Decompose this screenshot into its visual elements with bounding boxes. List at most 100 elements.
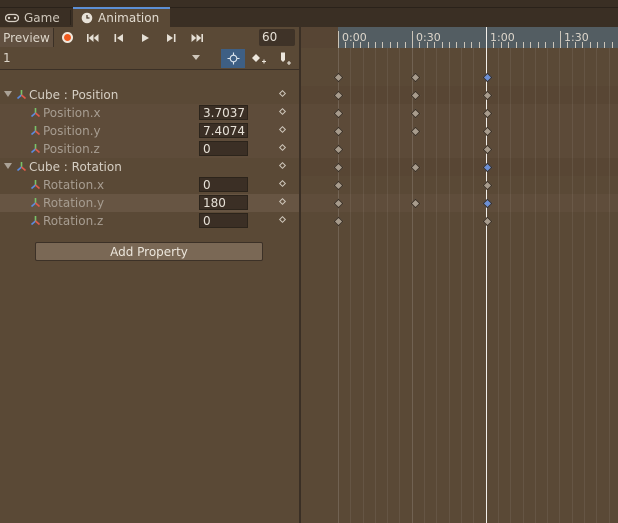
grid-line	[424, 48, 425, 523]
dopesheet-row	[301, 86, 618, 104]
filter-by-selection-button[interactable]	[221, 49, 245, 68]
grid-line	[350, 48, 351, 523]
tab-game[interactable]: Game	[5, 9, 60, 27]
dopesheet-row	[301, 104, 618, 122]
keyframe-diamond[interactable]	[333, 216, 344, 227]
playhead[interactable]	[486, 48, 487, 523]
add-keyframe-button[interactable]	[247, 49, 271, 68]
last-keyframe-button[interactable]	[185, 28, 209, 47]
grid-line	[609, 48, 610, 523]
skip-to-end-icon	[191, 33, 203, 42]
playhead-marker	[486, 27, 487, 48]
grid-line	[449, 48, 450, 523]
property-value-field[interactable]: 180	[199, 195, 248, 210]
play-button[interactable]	[133, 28, 157, 47]
timeline-ruler[interactable]: 0:00 0:30 1:00 1:30	[301, 27, 618, 48]
tab-animation-label: Animation	[98, 11, 160, 25]
next-frame-icon	[167, 33, 176, 42]
transform-axes-icon	[30, 180, 41, 190]
dopesheet-row	[301, 140, 618, 158]
dopesheet-row	[301, 122, 618, 140]
keyframe-toggle-icon[interactable]	[278, 143, 287, 152]
property-value-field[interactable]: 7.4074	[199, 123, 248, 138]
property-row-position-x[interactable]: Position.x 3.7037	[0, 104, 300, 122]
tab-bar: Game Animation	[0, 0, 618, 27]
property-label: Rotation.y	[43, 196, 105, 210]
fold-arrow-icon[interactable]	[4, 163, 12, 169]
tab-animation[interactable]: Animation	[73, 7, 170, 27]
add-event-icon	[281, 52, 291, 65]
property-row-cube-position[interactable]: Cube : Position	[0, 86, 300, 104]
next-keyframe-button[interactable]	[159, 28, 183, 47]
property-row-position-z[interactable]: Position.z 0	[0, 140, 300, 158]
keyframe-toggle-icon[interactable]	[278, 107, 287, 116]
clock-icon	[81, 12, 93, 24]
keyframe-diamond[interactable]	[482, 216, 493, 227]
clip-row: 1	[0, 48, 300, 70]
grid-line	[498, 48, 499, 523]
record-icon	[61, 32, 73, 43]
keyframe-toggle-icon[interactable]	[278, 161, 287, 170]
transform-axes-icon	[30, 198, 41, 208]
add-property-button[interactable]: Add Property	[35, 242, 263, 261]
transform-axes-icon	[30, 108, 41, 118]
keyframe-diamond[interactable]	[482, 72, 493, 83]
keyframe-diamond[interactable]	[333, 72, 344, 83]
grid-line	[375, 48, 376, 523]
property-value-field[interactable]: 0	[199, 213, 248, 228]
transform-axes-icon	[30, 216, 41, 226]
property-label: Cube : Position	[29, 88, 119, 102]
keyframe-toggle-icon[interactable]	[278, 197, 287, 206]
transform-axes-icon	[30, 144, 41, 154]
keyframe-toggle-icon[interactable]	[278, 125, 287, 134]
add-event-button[interactable]	[273, 49, 297, 68]
preview-button[interactable]: Preview	[0, 28, 54, 47]
property-row-cube-rotation[interactable]: Cube : Rotation	[0, 158, 300, 176]
dopesheet-row	[301, 158, 618, 176]
keyframe-toggle-icon[interactable]	[278, 179, 287, 188]
first-keyframe-button[interactable]	[81, 28, 105, 47]
grid-line	[436, 48, 437, 523]
gamepad-icon	[5, 13, 19, 23]
transform-axes-icon	[16, 162, 27, 172]
property-row-rotation-x[interactable]: Rotation.x 0	[0, 176, 300, 194]
property-row-position-y[interactable]: Position.y 7.4074	[0, 122, 300, 140]
previous-keyframe-button[interactable]	[107, 28, 131, 47]
time-tick-label: 0:00	[342, 31, 367, 44]
grid-line	[523, 48, 524, 523]
keyframe-diamond[interactable]	[482, 180, 493, 191]
property-label: Position.x	[43, 106, 101, 120]
property-value-field[interactable]: 0	[199, 141, 248, 156]
skip-to-start-icon	[87, 33, 99, 42]
grid-line	[596, 48, 597, 523]
grid-line	[547, 48, 548, 523]
grid-line	[535, 48, 536, 523]
current-frame-field[interactable]: 60	[259, 29, 295, 46]
property-label: Position.y	[43, 124, 101, 138]
keyframe-diamond[interactable]	[333, 180, 344, 191]
grid-line	[473, 48, 474, 523]
record-button[interactable]	[55, 28, 79, 47]
play-icon	[142, 33, 149, 42]
property-value-field[interactable]: 0	[199, 177, 248, 192]
add-keyframe-icon	[252, 53, 266, 63]
dopesheet[interactable]	[301, 48, 618, 523]
property-row-rotation-y[interactable]: Rotation.y 180	[0, 194, 300, 212]
property-value-field[interactable]: 3.7037	[199, 105, 248, 120]
keyframe-toggle-icon[interactable]	[278, 215, 287, 224]
property-label: Cube : Rotation	[29, 160, 122, 174]
fold-arrow-icon[interactable]	[4, 91, 12, 97]
grid-line	[510, 48, 511, 523]
property-label: Rotation.z	[43, 214, 104, 228]
tab-divider	[70, 10, 71, 25]
grid-line	[399, 48, 400, 523]
crosshair-icon	[227, 52, 239, 65]
property-label: Position.z	[43, 142, 100, 156]
clip-dropdown[interactable]: 1	[0, 49, 218, 68]
time-tick-label: 1:00	[490, 31, 515, 44]
time-tick-label: 1:30	[564, 31, 589, 44]
keyframe-toggle-icon[interactable]	[278, 89, 287, 98]
grid-line	[338, 48, 339, 523]
chevron-down-icon	[192, 55, 200, 60]
property-row-rotation-z[interactable]: Rotation.z 0	[0, 212, 300, 230]
